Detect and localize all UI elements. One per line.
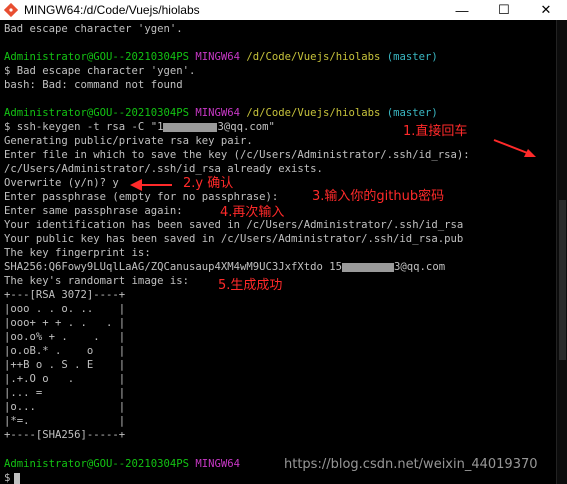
randomart-line: +---[RSA 3072]----+ [4,289,126,301]
prompt-branch: (master) [386,51,438,63]
randomart-line: |o... | [4,401,126,413]
fingerprint-text: 3@qq.com [394,261,446,273]
final-prompt[interactable]: $ [4,471,21,484]
annotation-step4: 4.再次输入 [220,205,285,220]
window-title: MINGW64:/d/Code/Vuejs/hiolabs [24,3,200,17]
prompt-user: Administrator@GOU--20210304PS [4,458,189,470]
randomart-line: |*=. | [4,415,126,427]
prompt-line: Administrator@GOU--20210304PS MINGW64 [4,457,240,471]
prompt-branch: (master) [386,107,438,119]
annotation-step1: 1.直接回车 [403,124,468,139]
arrow-icon [130,179,172,191]
prompt-user: Administrator@GOU--20210304PS [4,51,189,63]
window-titlebar[interactable]: MINGW64:/d/Code/Vuejs/hiolabs — ☐ ✕ [0,0,567,20]
prompt-shell: MINGW64 [195,51,241,63]
terminal-line: Bad escape character 'ygen'. [4,23,183,35]
close-button[interactable]: ✕ [526,0,566,20]
terminal-output[interactable]: Bad escape character 'ygen'. Administrat… [0,20,556,484]
prompt-path: /d/Code/Vuejs/hiolabs [246,107,381,119]
vertical-scrollbar[interactable] [556,20,567,484]
prompt-line: Administrator@GOU--20210304PS MINGW64 /d… [4,106,438,120]
terminal-line: Overwrite (y/n)? y [4,177,119,189]
terminal-line: Enter passphrase (empty for no passphras… [4,191,279,203]
terminal-line: /c/Users/Administrator/.ssh/id_rsa alrea… [4,163,323,175]
maximize-button[interactable]: ☐ [484,0,524,20]
prompt-path: /d/Code/Vuejs/hiolabs [246,51,381,63]
terminal-line: Your public key has been saved in /c/Use… [4,233,464,245]
terminal-line: The key fingerprint is: [4,247,151,259]
scrollbar-thumb[interactable] [559,200,566,360]
prompt-shell: MINGW64 [195,107,241,119]
randomart-line: |++B o . S . E | [4,359,126,371]
command-text: 3@qq.com" [217,121,275,133]
terminal-line: bash: Bad: command not found [4,79,183,91]
fingerprint-line: SHA256:Q6Fowy9LUqlLaAG/ZQCanusaup4XM4wM9… [4,260,445,274]
annotation-step3: 3.输入你的github密码 [312,189,445,204]
terminal-line: The key's randomart image is: [4,275,189,287]
terminal-line: Enter file in which to save the key (/c/… [4,149,470,161]
randomart-line: |oo.o% + . . | [4,331,126,343]
command-line: $ ssh-keygen -t rsa -C "1 3@qq.com" [4,120,275,134]
prompt-line: Administrator@GOU--20210304PS MINGW64 /d… [4,50,438,64]
watermark: https://blog.csdn.net/weixin_44019370 [284,457,538,472]
randomart-line: |ooo . . o. .. | [4,303,126,315]
randomart-line: |.+.O o . | [4,373,126,385]
terminal-line: $ Bad escape character 'ygen'. [4,65,196,77]
redacted-block [342,262,395,272]
prompt-shell: MINGW64 [195,458,241,470]
prompt-user: Administrator@GOU--20210304PS [4,107,189,119]
randomart-line: +----[SHA256]-----+ [4,429,126,441]
randomart-line: |ooo+ + + . . . | [4,317,126,329]
fingerprint-text: SHA256:Q6Fowy9LUqlLaAG/ZQCanusaup4XM4wM9… [4,261,343,273]
annotation-step2: 2.y 确认 [183,176,234,191]
terminal-line: Enter same passphrase again: [4,205,183,217]
annotation-step5: 5.生成成功 [218,278,283,293]
prompt-symbol: $ [4,472,11,484]
redacted-block [163,122,218,132]
randomart-line: |o.oB.* . o | [4,345,126,357]
arrow-icon [493,139,536,157]
minimize-button[interactable]: — [442,0,482,20]
command-text: $ ssh-keygen -t rsa -C "1 [4,121,164,133]
terminal-line: Generating public/private rsa key pair. [4,135,253,147]
randomart-line: |... = | [4,387,126,399]
git-bash-icon [4,3,18,17]
text-cursor [14,472,21,484]
